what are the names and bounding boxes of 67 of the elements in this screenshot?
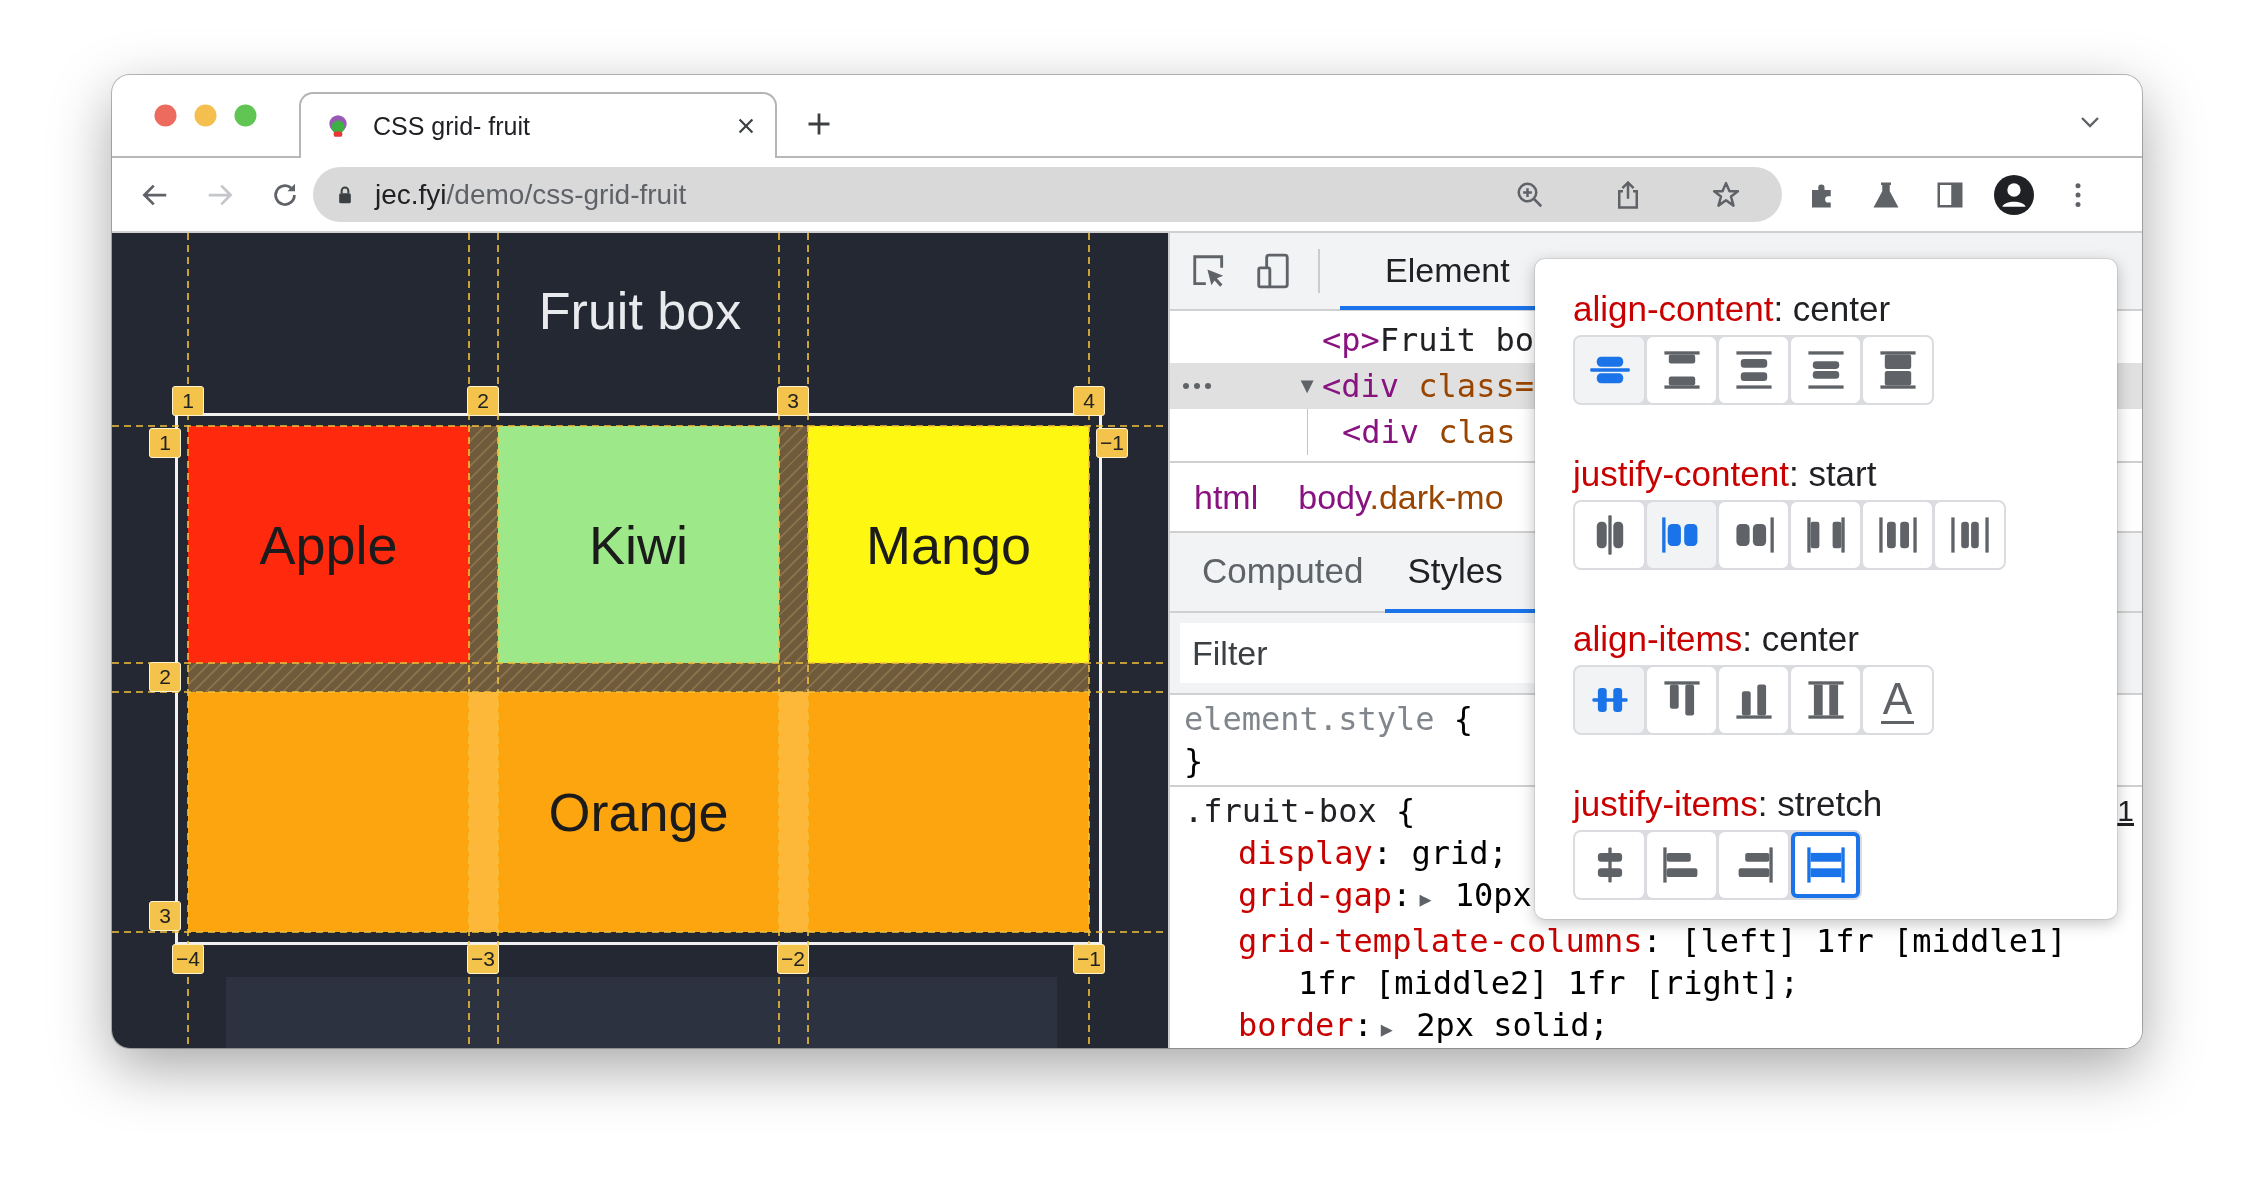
grid-line-number: −1 — [1073, 944, 1105, 974]
close-window-icon[interactable] — [154, 104, 177, 127]
grid-item: Orange — [188, 692, 1089, 932]
grid-item: Mango — [808, 426, 1089, 663]
more-dots-icon[interactable] — [1182, 382, 1212, 390]
grid-line-number: −1 — [1096, 428, 1128, 458]
css-selector: element.style { — [1184, 700, 1473, 738]
star-icon[interactable] — [1711, 179, 1741, 210]
grid-item: Kiwi — [498, 426, 779, 663]
alignment-option-button[interactable] — [1863, 337, 1932, 403]
css-declaration: border: ▶ 2px solid; — [1238, 1007, 1609, 1046]
css-brace: } — [1184, 742, 1204, 780]
grid-line-number: 1 — [172, 386, 204, 416]
dom-tree-row[interactable]: <div clas — [1170, 409, 2142, 455]
grid-line-number: 3 — [777, 386, 809, 416]
dom-node-text: <div class= — [1322, 367, 1534, 405]
grid-line-number: 2 — [149, 662, 181, 692]
device-toolbar-icon[interactable] — [1254, 252, 1292, 290]
grid-line-number: 3 — [149, 901, 181, 931]
alignment-option-button[interactable] — [1647, 667, 1716, 733]
grid-line-number: −3 — [467, 944, 499, 974]
alignment-option-button[interactable] — [1647, 502, 1716, 568]
alignment-option-button[interactable] — [1719, 502, 1788, 568]
source-link[interactable]: 1 — [2117, 794, 2134, 828]
browser-tab[interactable]: CSS grid- fruit — [299, 92, 777, 158]
alignment-option-button[interactable] — [1575, 337, 1644, 403]
property-heading: align-content: center — [1573, 288, 1892, 330]
css-selector: .fruit-box { — [1184, 792, 1416, 830]
grid-line-number: 2 — [467, 386, 499, 416]
panel-tab[interactable]: Computed — [1180, 533, 1386, 613]
alignment-option-button[interactable] — [1791, 337, 1860, 403]
alignment-option-button[interactable] — [1575, 667, 1644, 733]
alignment-option-button[interactable] — [1647, 337, 1716, 403]
property-heading: justify-content: start — [1573, 453, 1878, 495]
css-declaration: display: grid; — [1238, 835, 1508, 871]
alignment-option-button[interactable] — [1719, 832, 1788, 898]
alignment-option-button[interactable] — [1935, 502, 2004, 568]
grid-line-number: −2 — [777, 944, 809, 974]
grid-item: Apple — [188, 426, 469, 663]
property-heading: justify-items: stretch — [1573, 783, 1884, 825]
alignment-option-button[interactable] — [1575, 832, 1644, 898]
address-bar[interactable]: jec.fyi/demo/css-grid-fruit — [313, 167, 1782, 222]
profile-avatar-icon[interactable] — [1994, 174, 2034, 215]
breadcrumb-link[interactable]: body.dark-mo — [1298, 477, 1504, 517]
alignment-option-button[interactable] — [1791, 502, 1860, 568]
dom-node-text: <div clas — [1341, 413, 1516, 451]
dom-node-text: <p>Fruit bo — [1322, 321, 1534, 359]
grid-line-number: −4 — [172, 944, 204, 974]
tab-title: CSS grid- fruit — [373, 111, 531, 141]
alignment-option-button[interactable] — [1791, 832, 1860, 898]
css-declaration: grid-gap: ▶ 10px — [1238, 877, 1532, 916]
css-declaration: 1fr [middle2] 1fr [right]; — [1297, 965, 1799, 1001]
alignment-option-button[interactable] — [1719, 667, 1788, 733]
page-title: Fruit box — [538, 281, 742, 341]
css-declaration: grid-template-columns: [left] 1fr [middle1] — [1238, 923, 2067, 959]
property-heading: align-items: center — [1573, 618, 1860, 660]
alignment-option-button[interactable] — [1791, 667, 1860, 733]
alignment-option-button[interactable]: A — [1863, 667, 1932, 733]
grid-line-number: 4 — [1073, 386, 1105, 416]
url-text: jec.fyi/demo/css-grid-fruit — [375, 178, 687, 211]
alignment-option-button[interactable] — [1863, 502, 1932, 568]
expand-toggle[interactable]: ▼ — [1296, 373, 1318, 399]
alignment-option-button[interactable] — [1647, 832, 1716, 898]
alignment-option-button[interactable] — [1719, 337, 1788, 403]
breadcrumb-link[interactable]: html — [1194, 477, 1259, 517]
grid-line-number: 1 — [149, 428, 181, 458]
alignment-option-button[interactable] — [1575, 502, 1644, 568]
